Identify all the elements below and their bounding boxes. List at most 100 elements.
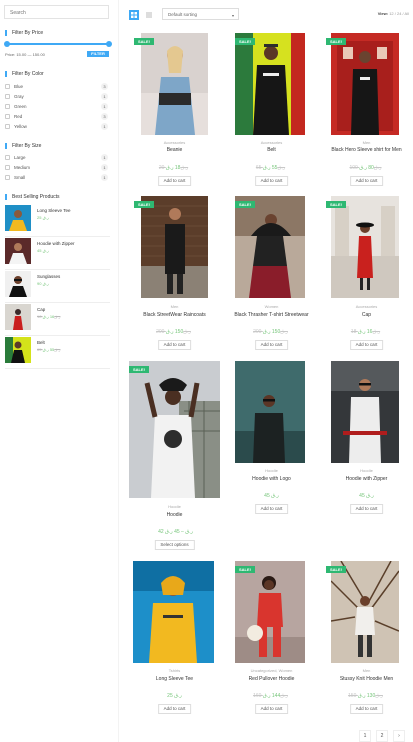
product-card[interactable]: SALE! Uncategorized, Women Red Pullover … xyxy=(223,558,320,718)
best-selling-item[interactable]: Belt 65 ر.ق55 ر.ق xyxy=(5,337,110,369)
product-category[interactable]: Men xyxy=(320,668,413,673)
product-category[interactable]: Tshirts xyxy=(126,668,223,673)
best-selling-item[interactable]: Cap 18 ر.ق16 ر.ق xyxy=(5,304,110,336)
add-to-cart-button[interactable]: Add to cart xyxy=(254,176,289,186)
product-category[interactable]: Accessories xyxy=(126,140,223,145)
product-image[interactable] xyxy=(331,196,399,298)
add-to-cart-button[interactable]: Add to cart xyxy=(254,704,289,714)
product-name[interactable]: Black StreetWear Raincoats xyxy=(126,312,223,318)
product-category[interactable]: Hoodie xyxy=(320,468,413,473)
checkbox[interactable] xyxy=(5,175,10,180)
product-name[interactable]: Red Pullover Hoodie xyxy=(223,676,320,682)
add-to-cart-button[interactable]: Add to cart xyxy=(349,504,384,514)
product-category[interactable]: Uncategorized, Women xyxy=(223,668,320,673)
product-name[interactable]: Stussy Knit Hoodie Men xyxy=(320,676,413,682)
product-thumbnail[interactable] xyxy=(5,238,31,264)
grid-view-icon[interactable] xyxy=(129,10,139,20)
checkbox[interactable] xyxy=(5,165,10,170)
checkbox[interactable] xyxy=(5,114,10,119)
best-selling-item[interactable]: Long Sleeve Tee 25 ر.ق xyxy=(5,205,110,237)
product-card[interactable]: SALE! Men Stussy Knit Hoodie Men 150 ر.ق… xyxy=(320,558,413,718)
product-image[interactable] xyxy=(235,33,305,135)
product-thumbnail[interactable] xyxy=(5,205,31,231)
product-card[interactable]: SALE! Accessories Beanie 20 ر.ق18 ر.ق Ad… xyxy=(126,30,223,190)
page-1-button[interactable]: 1 xyxy=(359,730,371,742)
price-slider-max-handle[interactable] xyxy=(106,41,112,47)
list-view-icon[interactable] xyxy=(144,10,154,20)
best-selling-name[interactable]: Belt xyxy=(37,340,45,345)
product-image[interactable] xyxy=(141,33,208,135)
product-image[interactable] xyxy=(331,561,399,663)
best-selling-name[interactable]: Sunglasses xyxy=(37,274,60,279)
checkbox[interactable] xyxy=(5,84,10,89)
add-to-cart-button[interactable]: Add to cart xyxy=(349,176,384,186)
product-name[interactable]: Hoodie with Zipper xyxy=(320,476,413,482)
product-card[interactable]: Hoodie Hoodie with Logo 45 ر.ق Add to ca… xyxy=(223,358,320,523)
search-input[interactable]: Search xyxy=(4,5,109,19)
product-thumbnail[interactable] xyxy=(5,271,31,297)
product-category[interactable]: Women xyxy=(223,304,320,309)
size-filter-medium[interactable]: Medium 1 xyxy=(5,164,108,171)
product-card[interactable]: Tshirts Long Sleeve Tee 25 ر.ق Add to ca… xyxy=(126,558,223,718)
product-category[interactable]: Men xyxy=(320,140,413,145)
price-slider-track[interactable] xyxy=(6,43,109,45)
color-filter-red[interactable]: Red 3 xyxy=(5,113,108,120)
view-count[interactable]: View: 12 / 24 / All xyxy=(378,11,409,16)
product-image[interactable] xyxy=(141,196,208,298)
add-to-cart-button[interactable]: Add to cart xyxy=(254,340,289,350)
product-category[interactable]: Hoodie xyxy=(126,504,223,509)
color-filter-gray[interactable]: Gray 1 xyxy=(5,93,108,100)
add-to-cart-button[interactable]: Add to cart xyxy=(349,704,384,714)
product-name[interactable]: Cap xyxy=(320,312,413,318)
color-filter-yellow[interactable]: Yellow 1 xyxy=(5,123,108,130)
product-card[interactable]: SALE! Men Black Hero Sleeve shirt for Me… xyxy=(320,30,413,190)
size-filter-small[interactable]: Small 1 xyxy=(5,174,108,181)
add-to-cart-button[interactable]: Add to cart xyxy=(349,340,384,350)
price-slider-min-handle[interactable] xyxy=(4,41,10,47)
product-card[interactable]: Hoodie Hoodie with Zipper 45 ر.ق Add to … xyxy=(320,358,413,523)
sort-select[interactable]: Default sorting ▾ xyxy=(162,8,239,20)
checkbox[interactable] xyxy=(5,104,10,109)
best-selling-item[interactable]: Hoodie with Zipper 45 ر.ق xyxy=(5,238,110,270)
product-name[interactable]: Hoodie with Logo xyxy=(223,476,320,482)
product-image[interactable] xyxy=(235,361,305,463)
product-image[interactable] xyxy=(133,561,214,663)
product-card[interactable]: SALE! Men Black StreetWear Raincoats 200… xyxy=(126,193,223,355)
product-image[interactable] xyxy=(331,33,399,135)
color-filter-green[interactable]: Green 1 xyxy=(5,103,108,110)
add-to-cart-button[interactable]: Add to cart xyxy=(157,340,192,350)
product-category[interactable]: Accessories xyxy=(223,140,320,145)
product-image[interactable] xyxy=(331,361,399,463)
best-selling-name[interactable]: Cap xyxy=(37,307,45,312)
product-category[interactable]: Hoodie xyxy=(223,468,320,473)
product-image[interactable] xyxy=(235,196,305,298)
best-selling-item[interactable]: Sunglasses 90 ر.ق xyxy=(5,271,110,303)
product-thumbnail[interactable] xyxy=(5,337,31,363)
add-to-cart-button[interactable]: Add to cart xyxy=(254,504,289,514)
add-to-cart-button[interactable]: Add to cart xyxy=(157,176,192,186)
checkbox[interactable] xyxy=(5,155,10,160)
product-image[interactable] xyxy=(235,561,305,663)
next-page-button[interactable]: › xyxy=(393,730,405,742)
product-card[interactable]: SALE! Accessories Belt 65 ر.ق55 ر.ق Add … xyxy=(223,30,320,190)
product-name[interactable]: Beanie xyxy=(126,147,223,153)
size-filter-large[interactable]: Large 1 xyxy=(5,154,108,161)
product-name[interactable]: Hoodie xyxy=(126,512,223,518)
product-card[interactable]: SALE! Accessories Cap 18 ر.ق16 ر.ق Add t… xyxy=(320,193,413,355)
add-to-cart-button[interactable]: Add to cart xyxy=(157,704,192,714)
product-image[interactable] xyxy=(129,361,220,498)
product-card[interactable]: SALE! Hoodie Hoodie 42 ر.ق – 45 ر.ق Sele… xyxy=(126,358,223,555)
checkbox[interactable] xyxy=(5,94,10,99)
color-filter-blue[interactable]: Blue 3 xyxy=(5,83,108,90)
product-category[interactable]: Accessories xyxy=(320,304,413,309)
select-options-button[interactable]: Select options xyxy=(154,540,195,550)
filter-button[interactable]: FILTER xyxy=(87,51,109,57)
product-name[interactable]: Black Hero Sleeve shirt for Men xyxy=(320,147,413,153)
product-name[interactable]: Belt xyxy=(223,147,320,153)
checkbox[interactable] xyxy=(5,124,10,129)
product-card[interactable]: SALE! Women Black Thrasher T-shirt Stree… xyxy=(223,193,320,355)
product-thumbnail[interactable] xyxy=(5,304,31,330)
best-selling-name[interactable]: Hoodie with Zipper xyxy=(37,241,75,246)
product-category[interactable]: Men xyxy=(126,304,223,309)
best-selling-name[interactable]: Long Sleeve Tee xyxy=(37,208,70,213)
